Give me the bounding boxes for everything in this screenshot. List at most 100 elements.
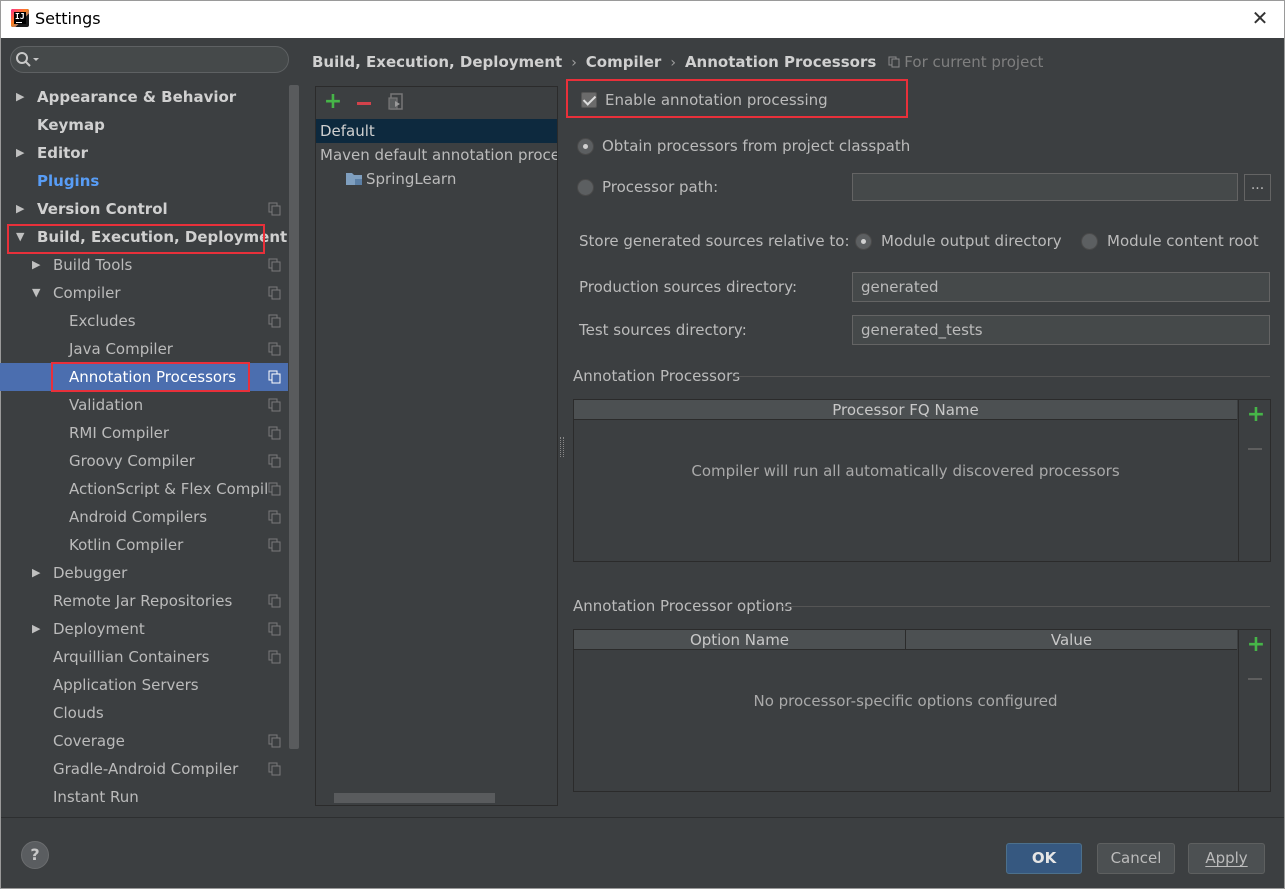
sidebar-item[interactable]: Application Servers <box>0 671 288 699</box>
expanded-arrow-icon[interactable]: ▼ <box>16 223 24 251</box>
sidebar-item[interactable]: Android Compilers <box>0 503 288 531</box>
breadcrumb-item[interactable]: Build, Execution, Deployment <box>312 53 562 71</box>
move-to-profile-button[interactable] <box>384 89 408 115</box>
sidebar-item[interactable]: ▶ Appearance & Behavior <box>0 83 288 111</box>
collapsed-arrow-icon[interactable]: ▶ <box>32 251 40 279</box>
sidebar-item[interactable]: Java Compiler <box>0 335 288 363</box>
collapsed-arrow-icon[interactable]: ▶ <box>16 139 24 167</box>
sidebar-item[interactable]: Coverage <box>0 727 288 755</box>
sidebar-item[interactable]: ▼ Build, Execution, Deployment <box>0 223 288 251</box>
add-processor-button[interactable]: + <box>1246 402 1266 427</box>
module-output-radio[interactable] <box>855 233 872 250</box>
splitter-handle[interactable] <box>560 437 564 457</box>
sidebar-item[interactable]: Arquillian Containers <box>0 643 288 671</box>
sidebar-item[interactable]: Keymap <box>0 111 288 139</box>
profile-label: Maven default annotation processors prof… <box>320 146 557 164</box>
bottom-divider <box>1 817 1284 818</box>
processor-fq-name-header[interactable]: Processor FQ Name <box>574 400 1237 420</box>
profiles-horizontal-scrollbar[interactable] <box>334 793 495 803</box>
search-input[interactable] <box>10 46 289 73</box>
sidebar-item-label: Deployment <box>53 620 145 638</box>
test-dir-field[interactable]: generated_tests <box>852 315 1270 345</box>
apply-button[interactable]: Apply <box>1188 843 1265 874</box>
sidebar-item-label: Android Compilers <box>69 508 208 526</box>
profile-item-default[interactable]: Default <box>316 119 557 143</box>
sidebar-item[interactable]: Kotlin Compiler <box>0 531 288 559</box>
profile-item-maven[interactable]: Maven default annotation processors prof… <box>316 143 557 167</box>
sidebar-item-label: Arquillian Containers <box>53 648 210 666</box>
options-table <box>573 629 1271 792</box>
module-output-label[interactable]: Module output directory <box>881 230 1062 252</box>
collapsed-arrow-icon[interactable]: ▶ <box>32 559 40 587</box>
project-scope-icon <box>268 398 281 412</box>
search-icon[interactable] <box>14 50 42 70</box>
sidebar-item[interactable]: Validation <box>0 391 288 419</box>
processors-tools: + <box>1238 400 1269 561</box>
remove-processor-button[interactable] <box>1248 448 1262 450</box>
sidebar-item[interactable]: ▼ Compiler <box>0 279 288 307</box>
add-option-button[interactable]: + <box>1246 632 1266 657</box>
obtain-from-classpath-label[interactable]: Obtain processors from project classpath <box>602 135 910 157</box>
sidebar-item-label: Appearance & Behavior <box>37 88 237 106</box>
project-scope-icon <box>268 370 281 384</box>
sidebar-item[interactable]: Annotation Processors <box>0 363 288 391</box>
project-scope-icon <box>268 622 281 636</box>
sidebar-item[interactable]: ▶ Version Control <box>0 195 288 223</box>
production-dir-field[interactable]: generated <box>852 272 1270 302</box>
sidebar-item-label: Application Servers <box>53 676 199 694</box>
sidebar-item[interactable]: Plugins <box>0 167 288 195</box>
sidebar-item[interactable]: Groovy Compiler <box>0 447 288 475</box>
sidebar-item[interactable]: ActionScript & Flex Compil <box>0 475 288 503</box>
project-scope-icon <box>268 734 281 748</box>
sidebar-item[interactable]: Instant Run <box>0 783 288 811</box>
value-header[interactable]: Value <box>906 630 1237 650</box>
expanded-arrow-icon[interactable]: ▼ <box>32 279 40 307</box>
add-profile-button[interactable]: + <box>321 89 345 115</box>
ok-button[interactable]: OK <box>1006 843 1082 874</box>
sidebar-item-label: Coverage <box>53 732 125 750</box>
sidebar-item[interactable]: Clouds <box>0 699 288 727</box>
sidebar-item-label: Remote Jar Repositories <box>53 592 233 610</box>
sidebar-item[interactable]: ▶ Editor <box>0 139 288 167</box>
project-scope-icon <box>268 482 281 496</box>
sidebar-item[interactable]: Excludes <box>0 307 288 335</box>
module-folder-icon <box>346 173 362 185</box>
project-scope-icon <box>268 426 281 440</box>
processor-path-field[interactable] <box>852 173 1238 201</box>
sidebar-item-label: Java Compiler <box>69 340 173 358</box>
processor-path-radio[interactable] <box>577 179 594 196</box>
help-button[interactable]: ? <box>21 841 49 869</box>
sidebar-item[interactable]: Gradle-Android Compiler <box>0 755 288 783</box>
breadcrumb-item[interactable]: Compiler <box>586 53 662 71</box>
collapsed-arrow-icon[interactable]: ▶ <box>32 615 40 643</box>
collapsed-arrow-icon[interactable]: ▶ <box>16 195 24 223</box>
sidebar-scrollbar[interactable] <box>289 85 299 749</box>
sidebar-item[interactable]: ▶ Deployment <box>0 615 288 643</box>
options-tools: + <box>1238 630 1269 791</box>
sidebar-item[interactable]: ▶ Debugger <box>0 559 288 587</box>
test-dir-label: Test sources directory: <box>579 321 747 339</box>
sidebar-item-label: RMI Compiler <box>69 424 170 442</box>
remove-option-button[interactable] <box>1248 678 1262 680</box>
sidebar-item-label: Groovy Compiler <box>69 452 195 470</box>
module-content-label[interactable]: Module content root <box>1107 230 1259 252</box>
option-name-header[interactable]: Option Name <box>574 630 906 650</box>
collapsed-arrow-icon[interactable]: ▶ <box>16 83 24 111</box>
browse-button[interactable]: ... <box>1244 174 1271 201</box>
sidebar-item[interactable]: Remote Jar Repositories <box>0 587 288 615</box>
sidebar-item-label: Version Control <box>37 200 168 218</box>
profile-module-springlearn[interactable]: SpringLearn <box>316 167 557 191</box>
module-content-radio[interactable] <box>1081 233 1098 250</box>
processor-path-label[interactable]: Processor path: <box>602 176 718 198</box>
sidebar-item[interactable]: ▶ Build Tools <box>0 251 288 279</box>
enable-annotation-checkbox[interactable] <box>581 92 597 108</box>
sidebar-item[interactable]: RMI Compiler <box>0 419 288 447</box>
title-bar <box>0 0 1285 38</box>
close-icon[interactable]: ✕ <box>1248 6 1272 30</box>
options-empty-text: No processor-specific options configured <box>753 692 1058 710</box>
enable-annotation-label[interactable]: Enable annotation processing <box>605 89 828 111</box>
remove-profile-button[interactable] <box>352 89 376 115</box>
section-divider <box>782 606 1270 607</box>
obtain-from-classpath-radio[interactable] <box>577 138 594 155</box>
cancel-button[interactable]: Cancel <box>1097 843 1175 874</box>
